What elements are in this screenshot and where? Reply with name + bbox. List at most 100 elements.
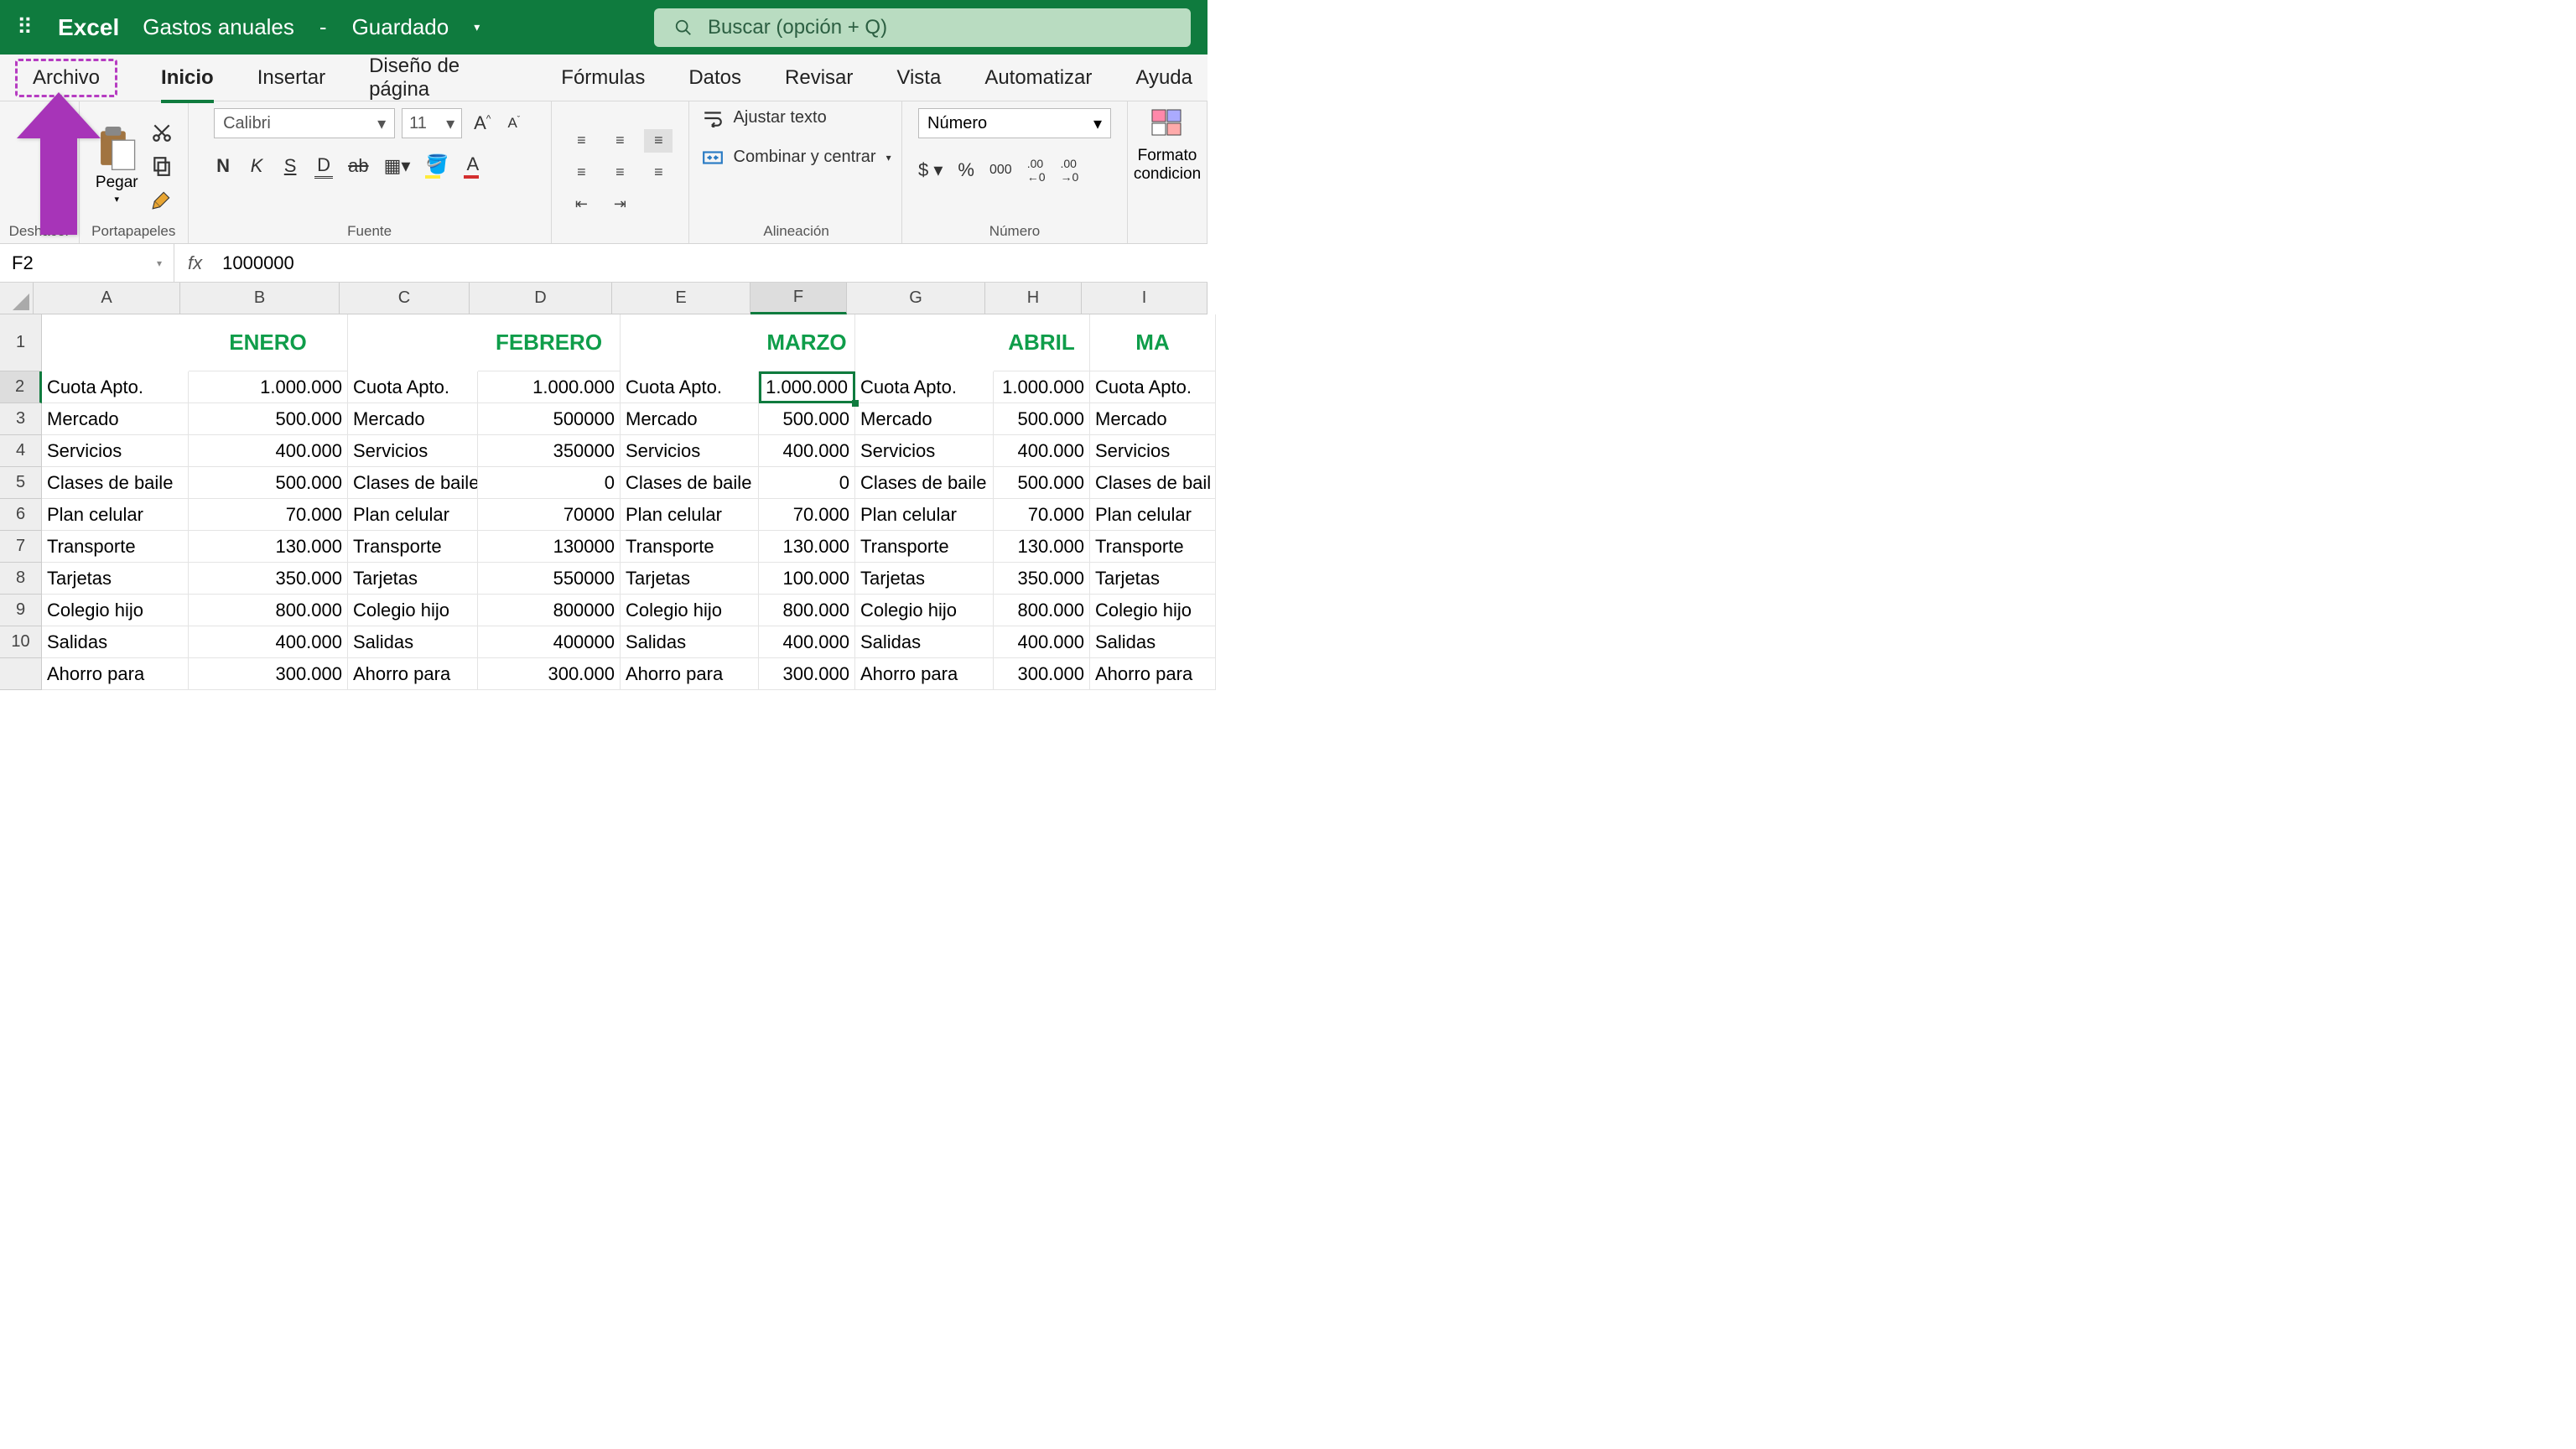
cell-B8[interactable]: 350.000	[189, 563, 348, 595]
cell-G2[interactable]: Cuota Apto.	[855, 371, 994, 403]
align-top-icon[interactable]: ≡	[567, 129, 595, 153]
row-header-3[interactable]: 3	[0, 403, 42, 435]
cell-F10[interactable]: 400.000	[759, 626, 855, 658]
tab-formulas[interactable]: Fórmulas	[561, 60, 645, 96]
cell-H8[interactable]: 350.000	[994, 563, 1090, 595]
cell-I4[interactable]: Servicios	[1090, 435, 1216, 467]
cell-H1[interactable]: ABRIL	[994, 314, 1090, 371]
cell-E10[interactable]: Salidas	[621, 626, 759, 658]
cell-A2[interactable]: Cuota Apto.	[42, 371, 189, 403]
row-header-4[interactable]: 4	[0, 435, 42, 467]
align-left-icon[interactable]: ≡	[567, 161, 595, 184]
cell-C11[interactable]: Ahorro para	[348, 658, 478, 690]
decrease-indent-icon[interactable]: ⇤	[567, 193, 595, 216]
search-box[interactable]: Buscar (opción + Q)	[654, 8, 1191, 47]
cell-F11[interactable]: 300.000	[759, 658, 855, 690]
cell-F4[interactable]: 400.000	[759, 435, 855, 467]
cell-C3[interactable]: Mercado	[348, 403, 478, 435]
increase-decimal-button[interactable]: .00←0	[1027, 157, 1046, 184]
cell-B9[interactable]: 800.000	[189, 595, 348, 626]
cell-C5[interactable]: Clases de baile	[348, 467, 478, 499]
cell-H9[interactable]: 800.000	[994, 595, 1090, 626]
format-painter-icon[interactable]	[151, 189, 173, 210]
column-header-I[interactable]: I	[1082, 283, 1208, 314]
cell-D6[interactable]: 70000	[478, 499, 621, 531]
cell-F5[interactable]: 0	[759, 467, 855, 499]
tab-automate[interactable]: Automatizar	[984, 60, 1092, 96]
cell-E4[interactable]: Servicios	[621, 435, 759, 467]
font-size-select[interactable]: 11▾	[402, 108, 462, 138]
cell-H7[interactable]: 130.000	[994, 531, 1090, 563]
align-center-icon[interactable]: ≡	[605, 161, 634, 184]
cell-D3[interactable]: 500000	[478, 403, 621, 435]
cell-F3[interactable]: 500.000	[759, 403, 855, 435]
tab-help[interactable]: Ayuda	[1135, 60, 1192, 96]
cell-A4[interactable]: Servicios	[42, 435, 189, 467]
tab-file[interactable]: Archivo	[15, 59, 117, 97]
cell-C9[interactable]: Colegio hijo	[348, 595, 478, 626]
row-header-9[interactable]: 9	[0, 595, 42, 626]
column-header-H[interactable]: H	[985, 283, 1082, 314]
cell-H4[interactable]: 400.000	[994, 435, 1090, 467]
cell-E2[interactable]: Cuota Apto.	[621, 371, 759, 403]
column-header-B[interactable]: B	[180, 283, 340, 314]
formula-input[interactable]: 1000000	[216, 252, 1208, 274]
increase-font-icon[interactable]: A^	[469, 112, 496, 134]
tab-review[interactable]: Revisar	[785, 60, 853, 96]
increase-indent-icon[interactable]: ⇥	[605, 193, 634, 216]
tab-page-layout[interactable]: Diseño de página	[369, 48, 517, 108]
wrap-text-button[interactable]: Ajustar texto	[702, 108, 827, 127]
chevron-down-icon[interactable]: ▾	[474, 20, 480, 34]
italic-button[interactable]: K	[247, 155, 266, 177]
cell-A3[interactable]: Mercado	[42, 403, 189, 435]
cell-H2[interactable]: 1.000.000	[994, 371, 1090, 403]
cell-D4[interactable]: 350000	[478, 435, 621, 467]
cell-C6[interactable]: Plan celular	[348, 499, 478, 531]
row-header-6[interactable]: 6	[0, 499, 42, 531]
cell-A6[interactable]: Plan celular	[42, 499, 189, 531]
cell-G11[interactable]: Ahorro para	[855, 658, 994, 690]
fill-handle[interactable]	[852, 400, 859, 407]
cell-G7[interactable]: Transporte	[855, 531, 994, 563]
cell-I1[interactable]: MA	[1090, 314, 1216, 371]
align-right-icon[interactable]: ≡	[644, 161, 673, 184]
cell-D7[interactable]: 130000	[478, 531, 621, 563]
cell-G8[interactable]: Tarjetas	[855, 563, 994, 595]
select-all-corner[interactable]	[0, 283, 34, 314]
cell-I11[interactable]: Ahorro para	[1090, 658, 1216, 690]
cell-I3[interactable]: Mercado	[1090, 403, 1216, 435]
cell-E11[interactable]: Ahorro para	[621, 658, 759, 690]
cell-F9[interactable]: 800.000	[759, 595, 855, 626]
row-header-8[interactable]: 8	[0, 563, 42, 595]
spreadsheet-grid[interactable]: ABCDEFGHI 12345678910 ENEROFEBREROMARZOA…	[0, 283, 1208, 709]
cell-C2[interactable]: Cuota Apto.	[348, 371, 478, 403]
align-bottom-icon[interactable]: ≡	[644, 129, 673, 153]
cell-A8[interactable]: Tarjetas	[42, 563, 189, 595]
align-middle-icon[interactable]: ≡	[605, 129, 634, 153]
borders-button[interactable]: ▦▾	[384, 155, 411, 177]
cell-G5[interactable]: Clases de baile	[855, 467, 994, 499]
font-color-button[interactable]: A	[464, 153, 482, 179]
chevron-down-icon[interactable]: ▾	[115, 194, 120, 205]
cell-H10[interactable]: 400.000	[994, 626, 1090, 658]
cell-I5[interactable]: Clases de bail	[1090, 467, 1216, 499]
cell-E8[interactable]: Tarjetas	[621, 563, 759, 595]
cell-H3[interactable]: 500.000	[994, 403, 1090, 435]
cell-H6[interactable]: 70.000	[994, 499, 1090, 531]
cell-B10[interactable]: 400.000	[189, 626, 348, 658]
cell-I8[interactable]: Tarjetas	[1090, 563, 1216, 595]
document-title[interactable]: Gastos anuales - Guardado ▾	[143, 14, 480, 40]
column-header-F[interactable]: F	[750, 283, 847, 314]
fx-icon[interactable]: fx	[174, 252, 216, 274]
cell-A11[interactable]: Ahorro para	[42, 658, 189, 690]
cell-A9[interactable]: Colegio hijo	[42, 595, 189, 626]
cell-F8[interactable]: 100.000	[759, 563, 855, 595]
cell-B4[interactable]: 400.000	[189, 435, 348, 467]
cell-G3[interactable]: Mercado	[855, 403, 994, 435]
tab-home[interactable]: Inicio	[161, 60, 214, 96]
decrease-decimal-button[interactable]: .00→0	[1060, 157, 1078, 184]
comma-button[interactable]: 000	[989, 163, 1012, 178]
cell-I2[interactable]: Cuota Apto.	[1090, 371, 1216, 403]
cell-I10[interactable]: Salidas	[1090, 626, 1216, 658]
cell-A5[interactable]: Clases de baile	[42, 467, 189, 499]
